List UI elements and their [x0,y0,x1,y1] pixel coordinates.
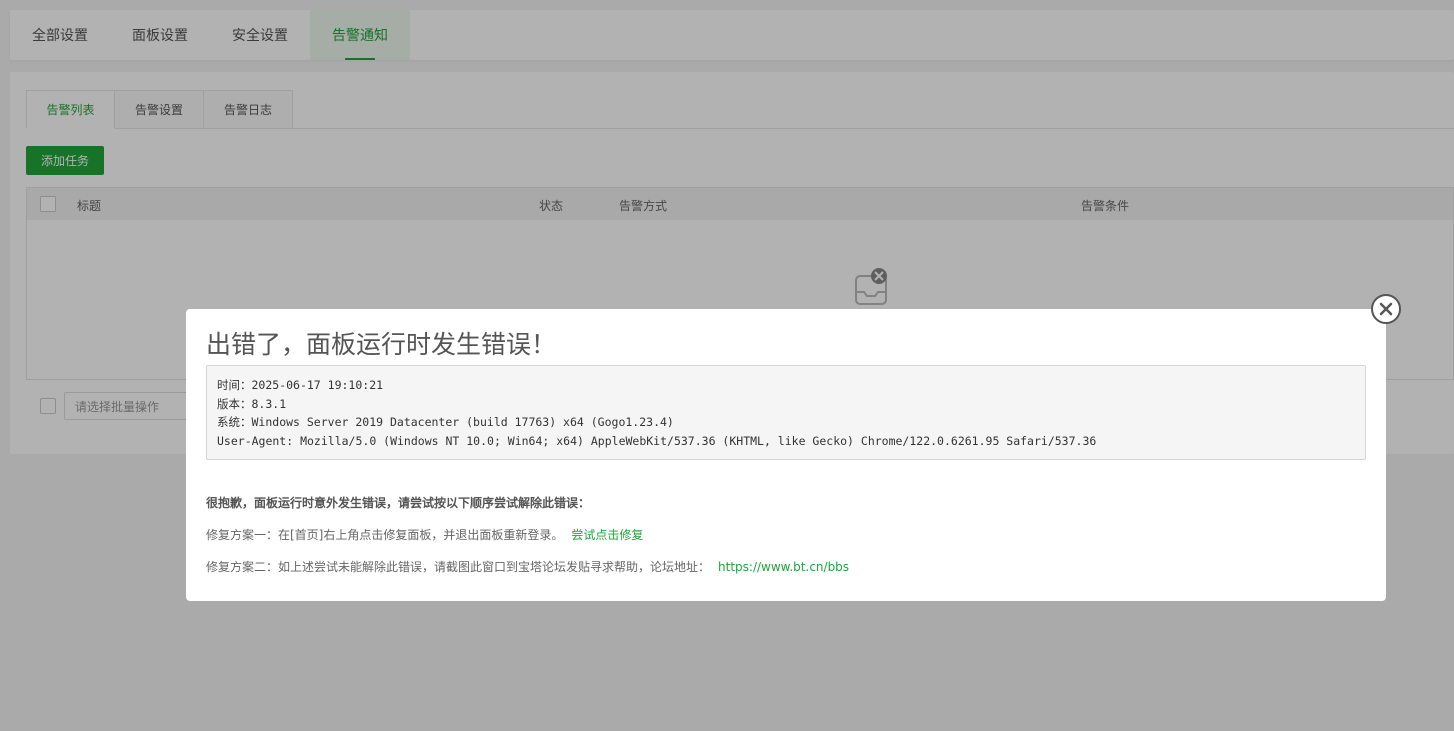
fix-option-two: 修复方案二：如上述尝试未能解除此错误，请截图此窗口到宝塔论坛发贴寻求帮助，论坛地… [206,558,849,575]
forum-link[interactable]: https://www.bt.cn/bbs [718,560,849,574]
error-apology: 很抱歉，面板运行时意外发生错误，请尝试按以下顺序尝试解除此错误： [206,496,591,510]
close-icon [1379,302,1393,316]
fix-option-one-text: 修复方案一：在[首页]右上角点击修复面板，并退出面板重新登录。 [206,528,564,542]
close-dialog-button[interactable] [1371,294,1401,324]
user-agent: User-Agent: Mozilla/5.0 (Windows NT 10.0… [217,433,1097,448]
fix-option-one: 修复方案一：在[首页]右上角点击修复面板，并退出面板重新登录。 尝试点击修复 [206,526,643,543]
error-time: 时间：2025-06-17 19:10:21 [217,378,384,392]
fix-option-two-text: 修复方案二：如上述尝试未能解除此错误，请截图此窗口到宝塔论坛发贴寻求帮助，论坛地… [206,560,711,574]
error-dialog: 出错了，面板运行时发生错误！ 时间：2025-06-17 19:10:21 版本… [186,309,1386,601]
error-dialog-title: 出错了，面板运行时发生错误！ [206,330,557,359]
panel-version: 版本：8.3.1 [217,396,287,411]
error-info-box: 时间：2025-06-17 19:10:21 版本：8.3.1 系统：Windo… [206,365,1366,460]
try-repair-link[interactable]: 尝试点击修复 [571,528,643,542]
system-info: 系统：Windows Server 2019 Datacenter (build… [217,415,674,429]
